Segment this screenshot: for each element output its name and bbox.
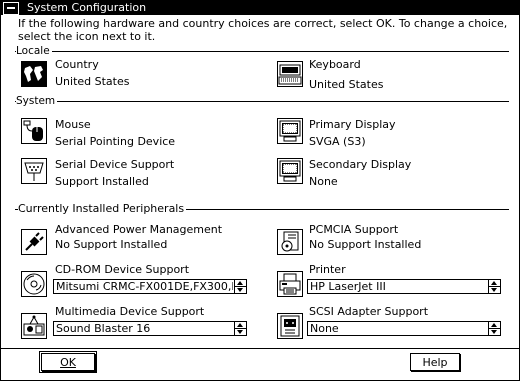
system-menu-icon[interactable]	[3, 2, 19, 15]
help-button[interactable]: Help	[410, 353, 460, 371]
instructions-text: If the following hardware and country ch…	[18, 17, 508, 43]
system-group-label: System	[16, 95, 58, 107]
serial-device-title: Serial Device Support	[55, 158, 175, 171]
locale-group-label: Locale	[16, 45, 52, 57]
window-title: System Configuration	[27, 1, 147, 14]
serial-device-value: Support Installed	[55, 175, 149, 188]
cdrom-title: CD-ROM Device Support	[55, 263, 190, 276]
help-button-label: Help	[422, 356, 448, 369]
pcmcia-title: PCMCIA Support	[309, 223, 399, 236]
mouse-icon[interactable]	[21, 118, 47, 144]
power-plug-icon[interactable]	[21, 229, 47, 255]
country-title: Country	[55, 58, 99, 71]
multimedia-device-select[interactable]: Sound Blaster 16	[53, 321, 247, 336]
scsi-title: SCSI Adapter Support	[309, 305, 429, 318]
apm-title: Advanced Power Management	[55, 223, 223, 236]
multimedia-speaker-icon[interactable]	[21, 313, 47, 339]
primary-display-title: Primary Display	[309, 118, 396, 131]
apm-value: No Support Installed	[55, 238, 168, 251]
keyboard-icon[interactable]	[277, 61, 303, 87]
title-bar[interactable]: System Configuration	[1, 1, 519, 15]
printer-spin-button[interactable]	[488, 280, 500, 293]
scsi-adapter-select[interactable]: None	[307, 321, 501, 336]
system-configuration-window: System Configuration If the following ha…	[0, 0, 520, 381]
pcmcia-value: No Support Installed	[309, 238, 422, 251]
globe-icon[interactable]	[21, 61, 47, 87]
printer-selected-value: HP LaserJet III	[310, 280, 386, 293]
secondary-display-monitor-icon[interactable]	[277, 158, 303, 184]
locale-group-divider	[15, 51, 509, 52]
mouse-value: Serial Pointing Device	[55, 135, 176, 148]
button-bar-divider	[1, 348, 519, 349]
pcmcia-card-icon[interactable]	[277, 229, 303, 255]
peripherals-group-label: Currently Installed Peripherals	[18, 202, 187, 215]
primary-display-value: SVGA (S3)	[309, 135, 366, 148]
cdrom-disc-icon[interactable]	[21, 271, 47, 297]
secondary-display-title: Secondary Display	[309, 158, 412, 171]
printer-title: Printer	[309, 263, 346, 276]
cdrom-device-selected-value: Mitsumi CRMC-FX001DE,FX300,FX	[56, 280, 233, 293]
scsi-adapter-spin-button[interactable]	[488, 322, 500, 335]
scsi-adapter-icon[interactable]	[277, 313, 303, 339]
printer-icon[interactable]	[277, 271, 303, 297]
primary-display-monitor-icon[interactable]	[277, 118, 303, 144]
mouse-title: Mouse	[55, 118, 91, 131]
multimedia-device-spin-button[interactable]	[234, 322, 246, 335]
keyboard-title: Keyboard	[309, 58, 361, 71]
country-value: United States	[55, 75, 130, 88]
ok-button[interactable]: OK	[39, 351, 97, 373]
ok-button-label: OK	[60, 356, 76, 369]
cdrom-device-spin-button[interactable]	[234, 280, 246, 293]
multimedia-device-selected-value: Sound Blaster 16	[56, 322, 151, 335]
serial-port-icon[interactable]	[21, 158, 47, 184]
printer-select[interactable]: HP LaserJet III	[307, 279, 501, 294]
scsi-adapter-selected-value: None	[310, 322, 339, 335]
keyboard-value: United States	[309, 78, 384, 91]
multimedia-title: Multimedia Device Support	[55, 305, 205, 318]
cdrom-device-select[interactable]: Mitsumi CRMC-FX001DE,FX300,FX	[53, 279, 247, 294]
secondary-display-value: None	[309, 175, 338, 188]
system-group-divider	[15, 101, 509, 102]
